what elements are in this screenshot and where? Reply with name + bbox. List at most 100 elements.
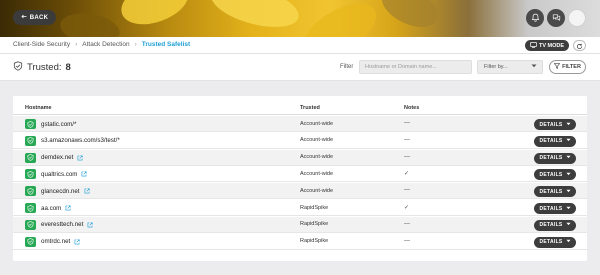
external-link-icon[interactable] (87, 222, 93, 228)
caret-down-icon (565, 155, 571, 161)
details-button-label: DETAILS (539, 138, 563, 145)
refresh-button[interactable] (573, 40, 586, 51)
filter-by-select[interactable]: Filter by... (477, 60, 543, 74)
details-button[interactable]: DETAILS (534, 203, 576, 214)
caret-down-icon (565, 138, 571, 144)
back-button-label: BACK (29, 14, 49, 21)
trusted-shield-icon (25, 236, 36, 247)
tv-icon (530, 41, 537, 50)
table-row: glancecdn.net Account-wide — DETAILS (13, 183, 587, 200)
refresh-icon (576, 37, 583, 55)
caret-down-icon (565, 189, 571, 195)
trusted-shield-icon (25, 135, 36, 146)
filter-icon (553, 63, 561, 71)
details-button[interactable]: DETAILS (534, 119, 576, 130)
hostname-cell: glancecdn.net (41, 188, 90, 195)
table-header: Hostname Trusted Notes (13, 102, 587, 115)
caret-down-icon (565, 172, 571, 178)
hostname-cell: demdex.net (41, 154, 83, 161)
page-title-label: Trusted: (27, 62, 62, 73)
breadcrumb-item-attack-detection[interactable]: Attack Detection (82, 41, 129, 48)
external-link-icon[interactable] (65, 205, 71, 211)
notes-cell: — (404, 187, 410, 194)
arrow-left-icon (21, 14, 27, 21)
caret-down-icon (565, 122, 571, 128)
notes-cell: — (404, 153, 410, 160)
details-button-label: DETAILS (539, 155, 563, 162)
header-banner: BACK (0, 0, 600, 37)
hostname-cell: qualtrics.com (41, 171, 88, 178)
trusted-scope-cell: Account-wide (300, 170, 334, 177)
breadcrumb-separator: › (75, 41, 78, 48)
breadcrumb-item-trusted-safelist: Trusted Safelist (141, 41, 191, 48)
safelist-table: Hostname Trusted Notes gstatic.com/* Acco… (13, 96, 587, 261)
breadcrumb-item-client-side-security[interactable]: Client-Side Security (13, 41, 70, 48)
external-link-icon[interactable] (74, 239, 80, 245)
notes-cell: — (404, 136, 410, 143)
column-header-trusted[interactable]: Trusted (300, 105, 320, 111)
external-link-icon[interactable] (84, 188, 90, 194)
caret-down-icon (565, 239, 571, 245)
hostname-text: glancecdn.net (41, 187, 80, 195)
trusted-count: 8 (65, 62, 71, 73)
filter-button-label: FILTER (562, 64, 581, 70)
trusted-scope-cell: RapidSpike (300, 204, 329, 211)
table-row: qualtrics.com Account-wide ✓ DETAILS (13, 166, 587, 183)
breadcrumb-bar: Client-Side Security › Attack Detection … (0, 37, 600, 54)
table-row: omtrdc.net RapidSpike — DETAILS (13, 234, 587, 250)
hostname-cell: gstatic.com/* (41, 121, 76, 128)
back-button[interactable]: BACK (13, 10, 56, 25)
table-row: s3.amazonaws.com/s3/test/* Account-wide — D… (13, 133, 587, 149)
tv-mode-button[interactable]: TV MODE (525, 40, 569, 51)
column-header-notes[interactable]: Notes (404, 105, 419, 111)
trusted-shield-icon (25, 219, 36, 230)
details-button-label: DETAILS (539, 188, 563, 195)
safelist-toolbar: Trusted: 8 Filter Filter by... FILTER (0, 54, 600, 81)
trusted-scope-cell: RapidSpike (300, 221, 329, 228)
notes-cell: ✓ (404, 171, 410, 178)
messages-button[interactable] (547, 9, 565, 27)
chat-icon (552, 9, 561, 27)
external-link-icon[interactable] (77, 155, 83, 161)
trusted-shield-icon (25, 152, 36, 163)
details-button[interactable]: DETAILS (534, 152, 576, 164)
details-button[interactable]: DETAILS (534, 236, 576, 248)
trusted-scope-cell: Account-wide (300, 187, 334, 194)
hostname-cell: omtrdc.net (41, 238, 80, 245)
shield-check-icon (13, 61, 23, 74)
trusted-shield-icon (25, 203, 36, 213)
hostname-text: omtrdc.net (41, 238, 71, 246)
caret-down-icon (531, 64, 537, 70)
details-button[interactable]: DETAILS (534, 169, 576, 181)
notifications-button[interactable] (526, 9, 544, 27)
details-button[interactable]: DETAILS (534, 186, 576, 198)
trusted-shield-icon (25, 169, 36, 180)
notes-cell: — (404, 237, 410, 244)
banner-decoration (57, 9, 123, 37)
filter-button[interactable]: FILTER (549, 60, 586, 74)
table-row: everesttech.net RapidSpike — DETAILS (13, 216, 587, 233)
avatar[interactable] (568, 9, 586, 27)
table-row: aa.com RapidSpike ✓ DETAILS (13, 200, 587, 216)
column-header-hostname[interactable]: Hostname (25, 105, 52, 111)
details-button-label: DETAILS (539, 121, 563, 128)
banner-decoration (295, 0, 385, 37)
details-button[interactable]: DETAILS (534, 135, 576, 147)
trusted-scope-cell: Account-wide (300, 120, 334, 127)
details-button-label: DETAILS (539, 239, 563, 246)
details-button[interactable]: DETAILS (534, 219, 576, 231)
hostname-cell: s3.amazonaws.com/s3/test/* (41, 137, 120, 144)
filter-by-value: Filter by... (484, 64, 508, 70)
hostname-search-input[interactable] (359, 60, 472, 74)
trusted-scope-cell: RapidSpike (300, 238, 329, 245)
hostname-text: demdex.net (41, 154, 74, 162)
trusted-scope-cell: Account-wide (300, 154, 334, 161)
external-link-icon[interactable] (81, 171, 88, 177)
filter-label: Filter (340, 64, 354, 70)
breadcrumb: Client-Side Security › Attack Detection … (13, 41, 190, 48)
banner-decoration (206, 0, 304, 36)
table-row: gstatic.com/* Account-wide — DETAILS (13, 116, 587, 132)
banner-decoration (115, 0, 195, 33)
trusted-shield-icon (25, 186, 36, 197)
breadcrumb-separator: › (134, 41, 137, 48)
